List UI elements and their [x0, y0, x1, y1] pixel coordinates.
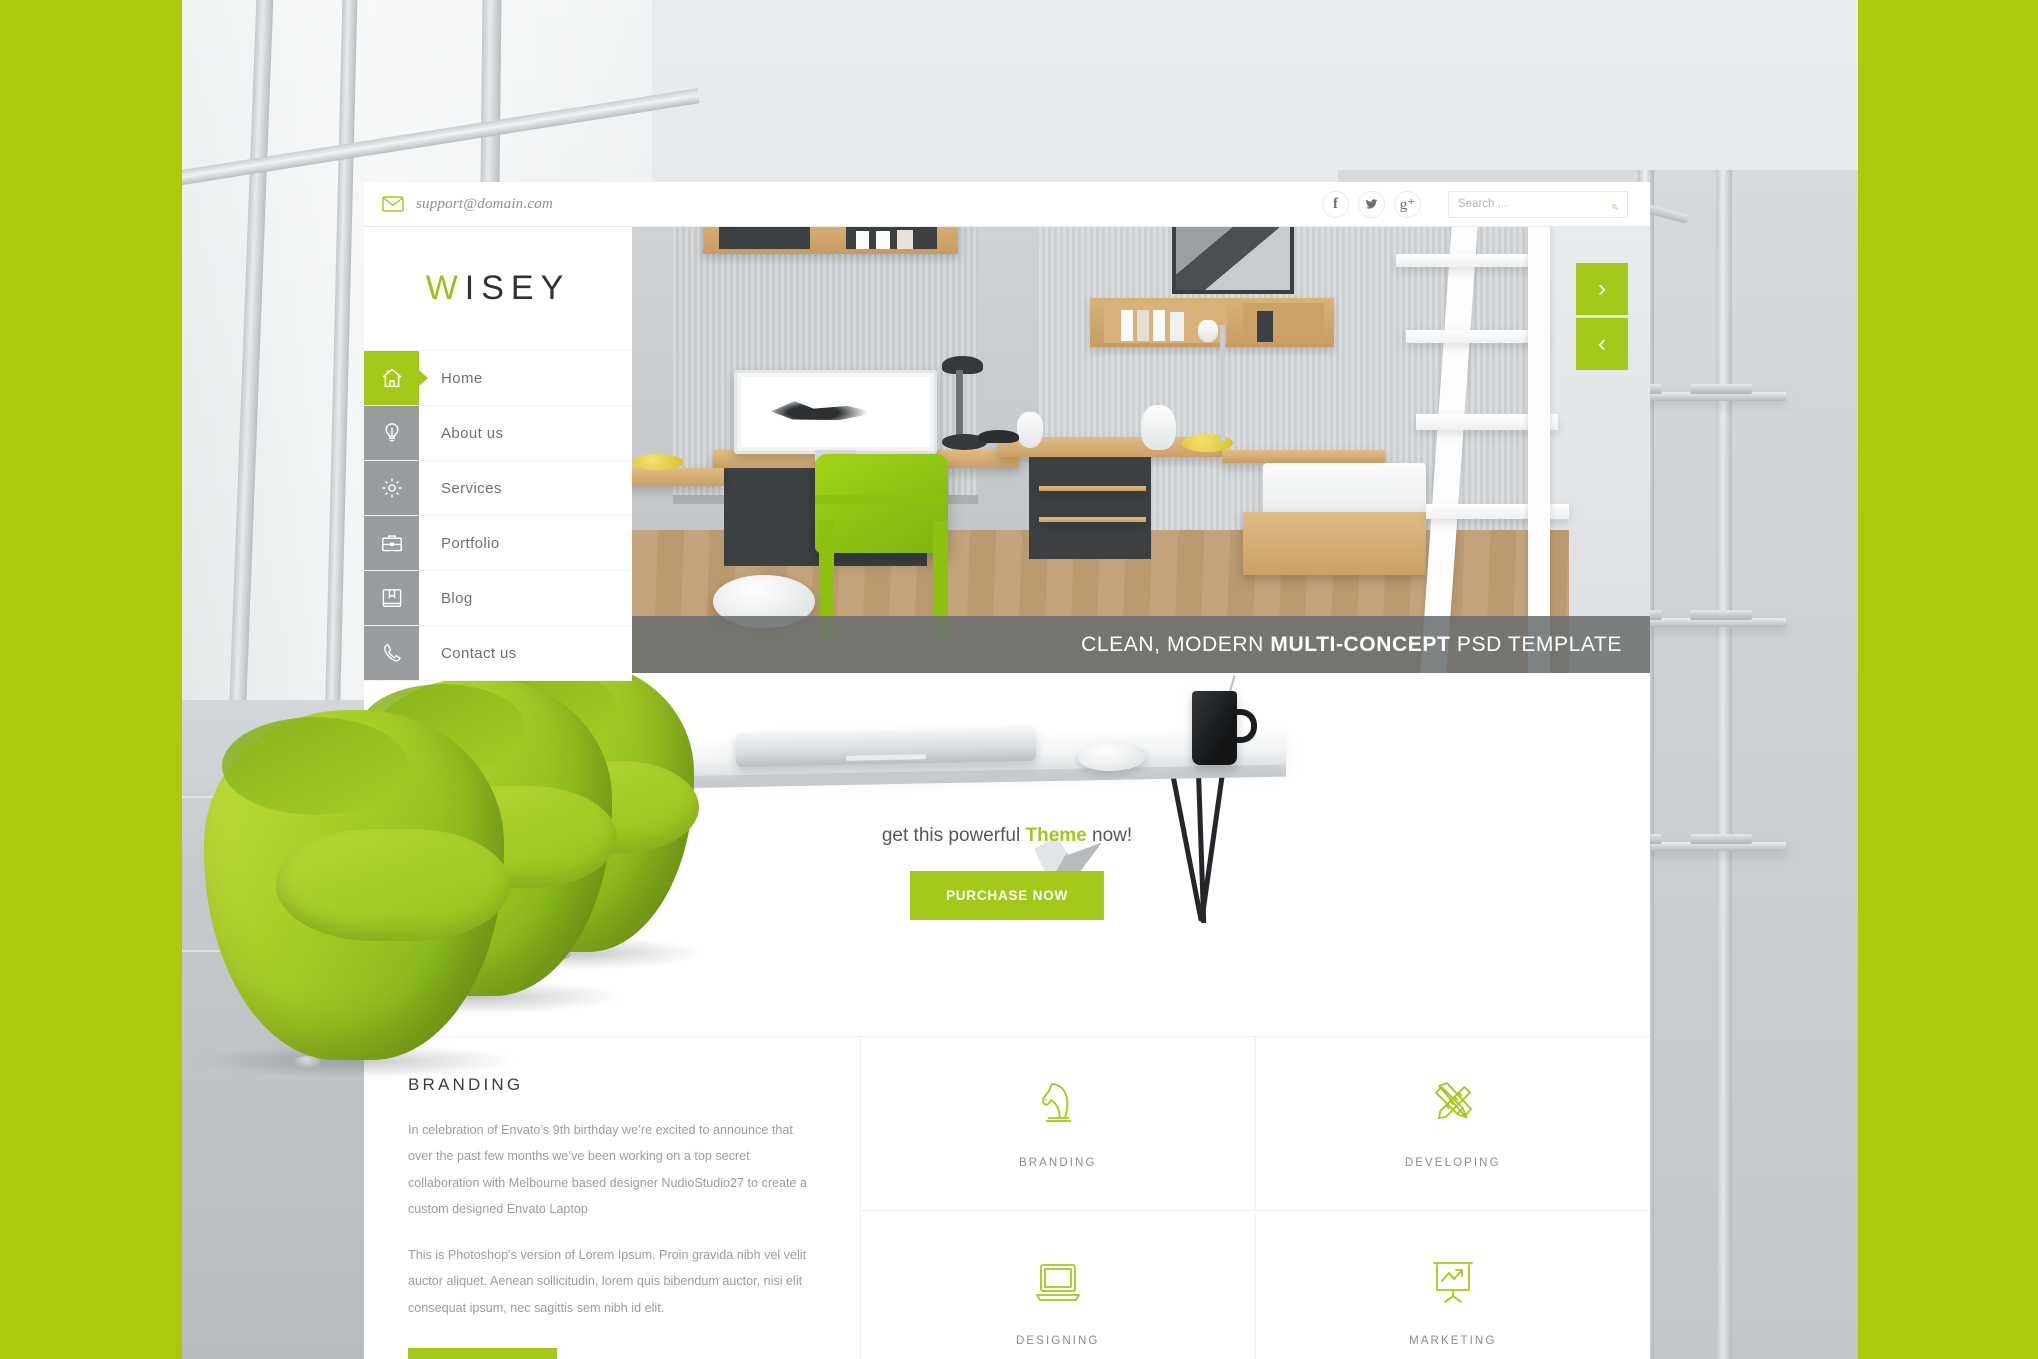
googleplus-icon[interactable]: g⁺: [1394, 190, 1421, 218]
page-backdrop: support@domain.com f g⁺ Search ... WISEY…: [0, 0, 2038, 1359]
purchase-now-button[interactable]: PURCHASE NOW: [909, 871, 1105, 920]
service-cell-marketing[interactable]: MARKETING: [1256, 1215, 1651, 1359]
service-cell-label: DEVELOPING: [1404, 1157, 1501, 1169]
lightbulb-icon: [364, 406, 419, 460]
slider-next-button[interactable]: ›: [1576, 263, 1628, 315]
service-cell-branding[interactable]: BRANDING: [861, 1037, 1256, 1211]
promo-text-tail: now!: [1086, 825, 1133, 846]
nav-item-about-us[interactable]: About us: [364, 406, 632, 461]
slider-prev-button[interactable]: ‹: [1576, 318, 1628, 370]
hero-caption-lead: CLEAN, MODERN: [1081, 632, 1271, 656]
nav-label: Portfolio: [441, 534, 500, 552]
search-input[interactable]: [1458, 198, 1612, 210]
service-cell-developing[interactable]: DEVELOPING: [1255, 1037, 1650, 1211]
envelope-icon: [382, 196, 404, 212]
briefcase-icon: [364, 516, 419, 570]
home-icon: [364, 351, 419, 405]
coffee-mug-prop: [1192, 691, 1237, 765]
magnifier-icon[interactable]: [1612, 197, 1618, 211]
services-grid: BRANDING In celebration of Envato’s 9th …: [364, 1036, 1650, 1359]
laptop-prop: [736, 726, 1036, 768]
pencil-ruler-icon: [1427, 1078, 1479, 1157]
nav-label: About us: [441, 424, 504, 442]
slider-controls: › ‹: [1576, 263, 1628, 373]
main-navigation: Home About us Services Portfolio Blog Co…: [364, 351, 632, 681]
service-cell-label: DESIGNING: [1016, 1334, 1100, 1347]
laptop-icon: [1032, 1256, 1084, 1335]
nav-item-portfolio[interactable]: Portfolio: [364, 516, 632, 571]
nav-label: Contact us: [441, 644, 517, 662]
branding-panel: BRANDING In celebration of Envato’s 9th …: [364, 1037, 861, 1359]
nav-label: Home: [441, 369, 483, 387]
book-icon: [364, 571, 419, 625]
branding-panel-title: BRANDING: [408, 1075, 524, 1094]
gear-icon: [364, 461, 419, 515]
hero-caption-bold: MULTI-CONCEPT: [1270, 632, 1451, 656]
backdrop-chair: [192, 710, 516, 1078]
hero-caption-bar: CLEAN, MODERN MULTI-CONCEPT PSD TEMPLATE: [632, 616, 1650, 673]
promo-text-bold: Theme: [1025, 825, 1087, 846]
nav-label: Services: [441, 479, 502, 497]
nav-label: Blog: [441, 589, 473, 607]
service-cells: BRANDING DEVELOPING DESIGNING MARKETING: [861, 1037, 1650, 1359]
branding-paragraph-2: This is Photoshop’s version of Lorem Ips…: [408, 1247, 807, 1315]
branding-paragraph-1: In celebration of Envato’s 9th birthday …: [408, 1123, 808, 1217]
twitter-icon[interactable]: [1358, 190, 1385, 218]
nav-item-services[interactable]: Services: [364, 461, 632, 516]
service-cell-label: MARKETING: [1409, 1334, 1497, 1347]
nav-item-contact-us[interactable]: Contact us: [364, 626, 632, 681]
phone-icon: [364, 626, 419, 680]
service-cell-label: BRANDING: [1018, 1157, 1097, 1169]
support-email[interactable]: support@domain.com: [416, 196, 553, 213]
get-a-quote-button[interactable]: GET A QUOTE: [408, 1348, 557, 1359]
nav-item-home[interactable]: Home: [364, 351, 632, 406]
site-logo[interactable]: WISEY: [364, 227, 632, 351]
hero-caption-tail: PSD TEMPLATE: [1450, 632, 1622, 656]
nav-item-blog[interactable]: Blog: [364, 571, 632, 626]
logo-rest: ISEY: [464, 269, 571, 307]
top-utility-bar: support@domain.com f g⁺: [364, 182, 1650, 227]
logo-prefix: W: [425, 269, 465, 307]
chess-knight-icon: [1032, 1078, 1084, 1157]
presentation-chart-icon: [1427, 1256, 1479, 1335]
hero-photo: [632, 227, 1650, 673]
service-cell-designing[interactable]: DESIGNING: [861, 1214, 1256, 1359]
site-sidebar: WISEY Home About us Services Portfolio B…: [364, 227, 632, 681]
facebook-icon[interactable]: f: [1322, 190, 1349, 218]
search-box[interactable]: [1448, 190, 1628, 218]
promo-text-lead: get this powerful: [881, 825, 1026, 846]
hero-slider[interactable]: › ‹ CLEAN, MODERN MULTI-CONCEPT PSD TEMP…: [632, 227, 1650, 673]
